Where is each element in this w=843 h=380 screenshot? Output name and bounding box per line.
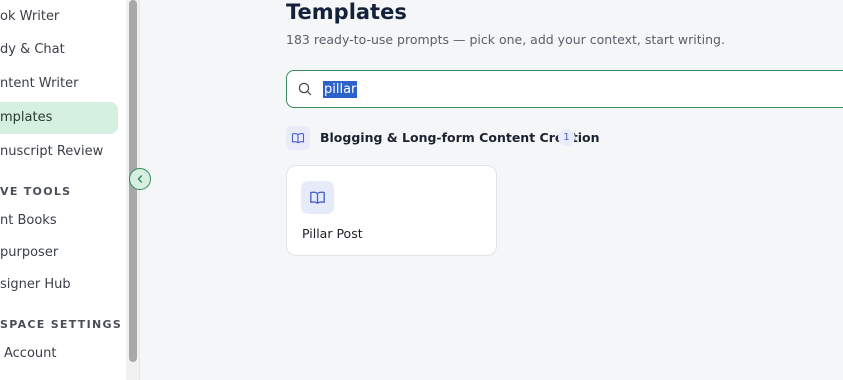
book-open-icon [310, 191, 325, 204]
sidebar-item-print-books[interactable]: nt Books [0, 205, 118, 237]
sidebar-item-repurposer[interactable]: purposer [0, 237, 118, 269]
category-count-badge: 1 [558, 129, 575, 146]
sidebar-item-label: signer Hub [0, 277, 71, 292]
sidebar-item-book-writer[interactable]: ok Writer [0, 0, 118, 32]
collapse-sidebar-button[interactable] [129, 168, 151, 190]
section-label-workspace-settings: SPACE SETTINGS [0, 318, 123, 331]
sidebar-item-manuscript-review[interactable]: nuscript Review [0, 136, 118, 168]
sidebar-item-study-chat[interactable]: dy & Chat [0, 34, 118, 66]
sidebar-item-templates[interactable]: mplates [0, 102, 118, 134]
sidebar-item-label: purposer [0, 245, 59, 260]
template-card-pillar-post[interactable]: Pillar Post [286, 165, 497, 256]
sidebar-item-designer-hub[interactable]: signer Hub [0, 269, 118, 301]
sidebar-item-label: ntent Writer [0, 76, 79, 91]
section-label-creative-tools: VE TOOLS [0, 185, 72, 198]
sidebar-item-label: nuscript Review [0, 144, 104, 159]
chevron-left-icon [137, 175, 142, 183]
search-icon [298, 82, 312, 96]
sidebar-item-label: dy & Chat [0, 42, 65, 57]
page-subtitle: 183 ready-to-use prompts — pick one, add… [286, 32, 725, 47]
template-card-icon-container [301, 181, 334, 214]
category-icon-container [286, 126, 310, 150]
template-search-box[interactable]: pillar [286, 70, 843, 108]
sidebar: ok Writer dy & Chat ntent Writer mplates… [0, 0, 126, 380]
template-card-title: Pillar Post [302, 226, 363, 241]
sidebar-item-label: mplates [0, 110, 53, 125]
sidebar-item-account[interactable]: Account [0, 338, 118, 370]
book-open-icon [291, 133, 305, 144]
sidebar-item-label: Account [4, 346, 57, 361]
main-content: Templates 183 ready-to-use prompts — pic… [141, 0, 843, 380]
sidebar-scrollbar[interactable] [126, 0, 140, 380]
category-header: Blogging & Long-form Content Creation 1 [286, 126, 606, 150]
sidebar-item-content-writer[interactable]: ntent Writer [0, 68, 118, 100]
sidebar-item-label: ok Writer [0, 9, 60, 24]
sidebar-item-label: nt Books [0, 213, 57, 228]
page-title: Templates [286, 0, 407, 24]
search-input[interactable]: pillar [323, 81, 358, 98]
